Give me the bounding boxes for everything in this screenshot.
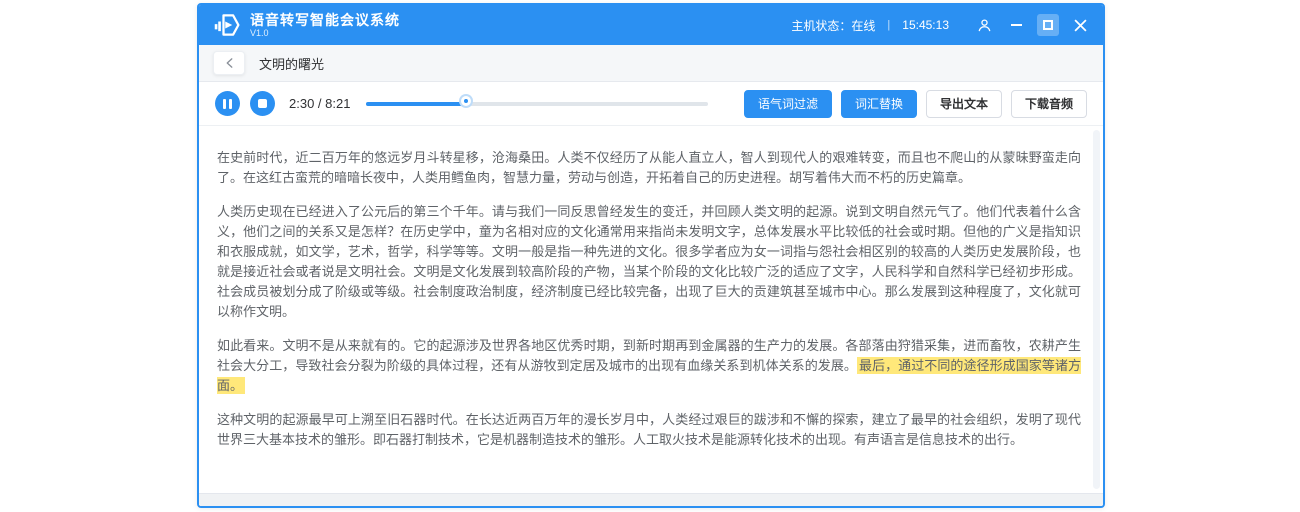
pause-button[interactable] <box>215 91 240 116</box>
transcript-paragraph: 如此看来。文明不是从来就有的。它的起源涉及世界各地区优秀时期，到新时期再到金属器… <box>217 336 1081 396</box>
transcript-text: 在史前时代，近二百万年的悠远岁月斗转星移，沧海桑田。人类不仅经历了从能人直立人，… <box>217 150 1081 185</box>
transcript-area: 在史前时代，近二百万年的悠远岁月斗转星移，沧海桑田。人类不仅经历了从能人直立人，… <box>199 126 1103 493</box>
status-separator: | <box>887 19 890 31</box>
vocabulary-replace-button[interactable]: 词汇替换 <box>841 90 917 118</box>
page-title: 文明的曙光 <box>259 54 324 73</box>
player-bar: 2:30 / 8:21 语气词过滤 词汇替换 导出文本 下载音频 <box>199 82 1103 126</box>
chevron-left-icon <box>225 57 234 69</box>
stop-button[interactable] <box>250 91 275 116</box>
host-status: 主机状态：在线 <box>791 17 875 34</box>
pause-icon <box>223 99 232 109</box>
minimize-button[interactable] <box>1005 14 1027 36</box>
progress-track[interactable] <box>366 102 707 106</box>
breadcrumb-bar: 文明的曙光 <box>199 45 1103 82</box>
brand: 语音转写智能会议系统 V1.0 <box>213 11 400 39</box>
progress-thumb[interactable] <box>461 96 471 106</box>
titlebar: 语音转写智能会议系统 V1.0 主机状态：在线 | 15:45:13 <box>199 5 1103 45</box>
maximize-icon <box>1043 20 1053 30</box>
vertical-scrollbar[interactable] <box>1093 130 1100 489</box>
progress-slider[interactable] <box>366 92 707 116</box>
app-window: 语音转写智能会议系统 V1.0 主机状态：在线 | 15:45:13 <box>197 3 1105 508</box>
stop-icon <box>258 99 267 108</box>
transcript-text: 这种文明的起源最早可上溯至旧石器时代。在长达近两百万年的漫长岁月中，人类经过艰巨… <box>217 412 1081 447</box>
time-display: 2:30 / 8:21 <box>289 96 350 111</box>
export-text-button[interactable]: 导出文本 <box>926 90 1002 118</box>
app-version: V1.0 <box>250 28 400 38</box>
horizontal-scrollbar[interactable] <box>199 493 1103 506</box>
transcript-paragraph: 这种文明的起源最早可上溯至旧石器时代。在长达近两百万年的漫长岁月中，人类经过艰巨… <box>217 410 1081 450</box>
title-block: 语音转写智能会议系统 V1.0 <box>250 13 400 38</box>
download-audio-button[interactable]: 下载音频 <box>1011 90 1087 118</box>
close-icon <box>1074 19 1087 32</box>
transcript-paragraph: 人类历史现在已经进入了公元后的第三个千年。请与我们一同反思曾经发生的变迁，并回顾… <box>217 202 1081 322</box>
transcript-text: 人类历史现在已经进入了公元后的第三个千年。请与我们一同反思曾经发生的变迁，并回顾… <box>217 204 1081 319</box>
player-actions: 语气词过滤 词汇替换 导出文本 下载音频 <box>744 90 1087 118</box>
user-icon[interactable] <box>973 14 995 36</box>
minimize-icon <box>1011 24 1022 26</box>
close-button[interactable] <box>1069 14 1091 36</box>
filler-word-filter-button[interactable]: 语气词过滤 <box>744 90 832 118</box>
app-title: 语音转写智能会议系统 <box>250 13 400 28</box>
progress-fill <box>366 102 468 106</box>
transcript-paragraphs: 在史前时代，近二百万年的悠远岁月斗转星移，沧海桑田。人类不仅经历了从能人直立人，… <box>217 148 1081 450</box>
clock: 15:45:13 <box>902 18 949 32</box>
transcript-paragraph: 在史前时代，近二百万年的悠远岁月斗转星移，沧海桑田。人类不仅经历了从能人直立人，… <box>217 148 1081 188</box>
app-logo-icon <box>213 11 241 39</box>
maximize-button[interactable] <box>1037 14 1059 36</box>
titlebar-right: 主机状态：在线 | 15:45:13 <box>791 14 1091 36</box>
back-button[interactable] <box>213 51 245 75</box>
